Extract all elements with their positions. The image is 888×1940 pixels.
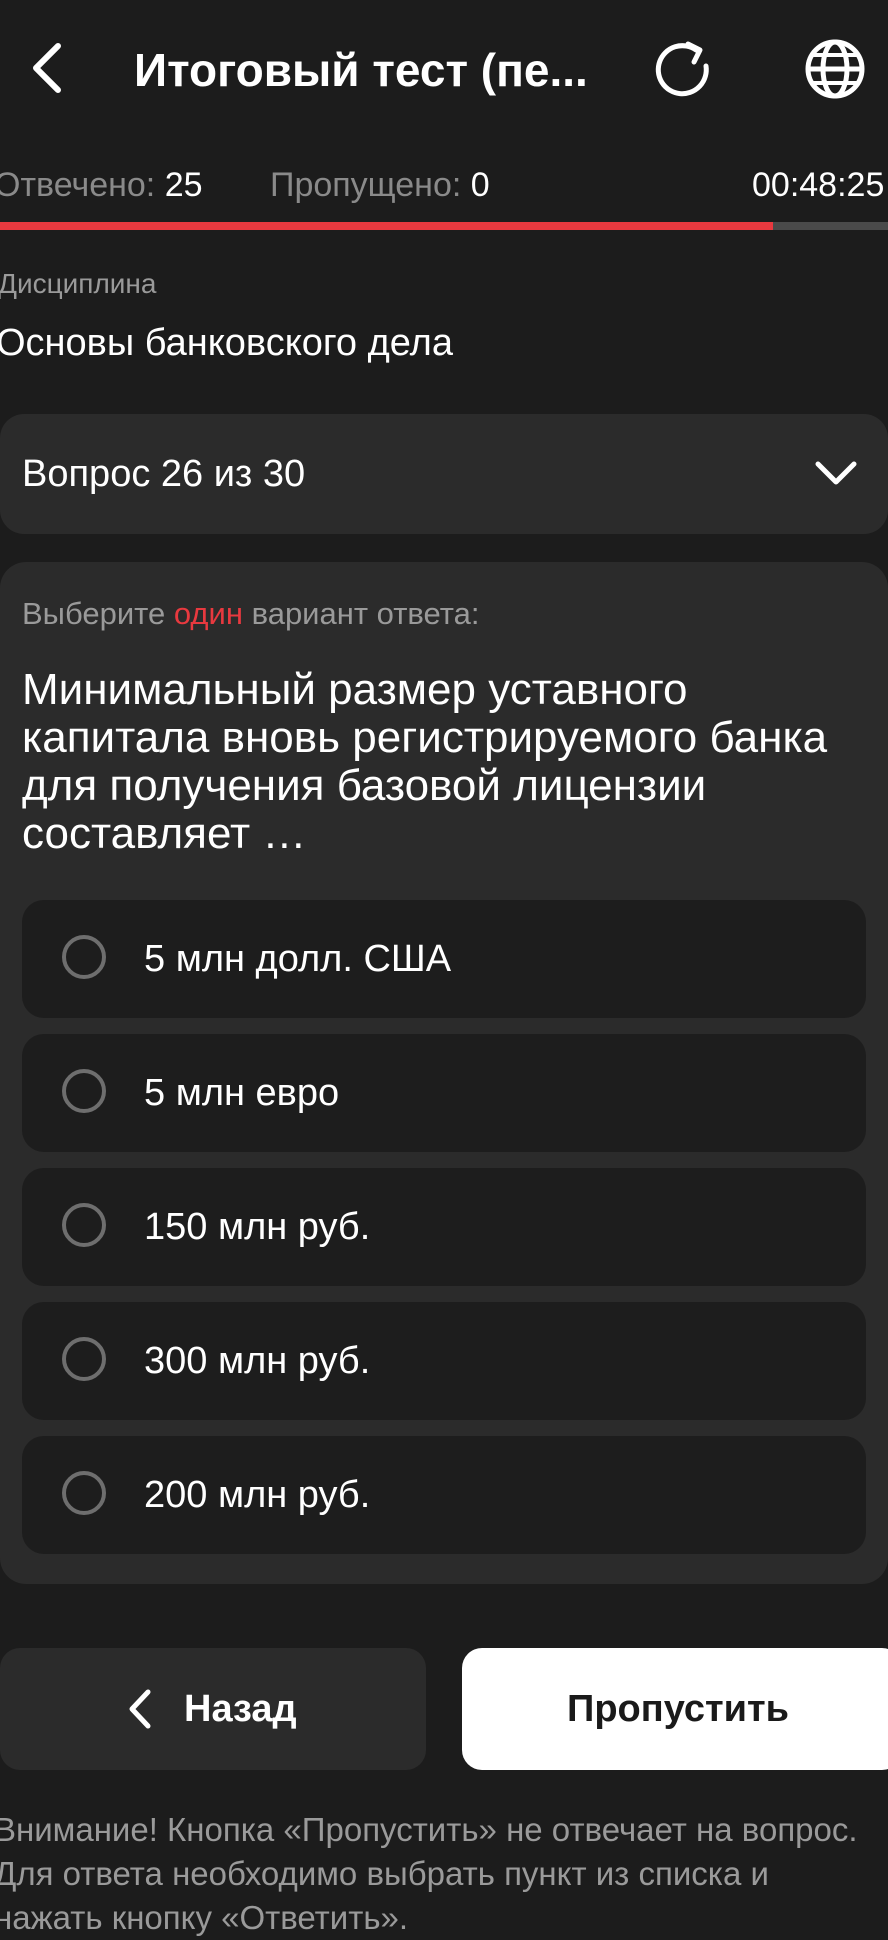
option-label: 300 млн руб.	[144, 1340, 371, 1382]
answered-value: 25	[164, 166, 203, 204]
progress-bar	[0, 222, 888, 230]
hint-accent: один	[173, 596, 243, 631]
answered-counter: Отвечено: 25	[0, 160, 203, 210]
top-bar: Итоговый тест (пе...	[0, 0, 888, 140]
question-selector[interactable]: Вопрос 26 из 30	[0, 414, 888, 534]
hint-prefix: Выберите	[22, 596, 174, 631]
globe-icon[interactable]	[800, 34, 870, 104]
radio-button[interactable]	[62, 1471, 106, 1515]
skipped-label: Пропущено:	[270, 166, 462, 204]
chevron-down-icon	[812, 454, 860, 494]
radio-button[interactable]	[62, 935, 106, 979]
answer-option[interactable]: 5 млн евро	[22, 1034, 866, 1152]
option-label: 5 млн долл. США	[144, 938, 452, 980]
back-button[interactable]: Назад	[0, 1648, 426, 1770]
option-label: 5 млн евро	[144, 1072, 340, 1114]
skip-button-label: Пропустить	[567, 1688, 789, 1730]
question-text: Минимальный размер уставного капитала вн…	[22, 665, 828, 858]
radio-button[interactable]	[62, 1337, 106, 1381]
back-arrow-icon[interactable]	[22, 36, 82, 100]
option-label: 150 млн руб.	[144, 1206, 371, 1248]
answer-option[interactable]: 300 млн руб.	[22, 1302, 866, 1420]
radio-button[interactable]	[62, 1069, 106, 1113]
test-stats: Отвечено: 25 Пропущено: 0 00:48:25	[0, 160, 888, 210]
page-title: Итоговый тест (пе...	[134, 44, 588, 96]
option-label: 200 млн руб.	[144, 1474, 371, 1516]
question-card: Выберите один вариант ответа: Минимальны…	[0, 562, 888, 1584]
skipped-value: 0	[470, 166, 490, 204]
back-button-label: Назад	[184, 1688, 297, 1730]
skip-button[interactable]: Пропустить	[462, 1648, 888, 1770]
question-selector-label: Вопрос 26 из 30	[22, 453, 306, 495]
notice-text: Внимание! Кнопка «Пропустить» не отвечае…	[0, 1811, 858, 1936]
timer: 00:48:25	[752, 166, 885, 204]
refresh-icon[interactable]	[650, 36, 720, 106]
hint-suffix: вариант ответа:	[242, 596, 480, 631]
answered-label: Отвечено:	[0, 166, 156, 204]
skipped-counter: Пропущено: 0	[270, 160, 490, 210]
radio-button[interactable]	[62, 1203, 106, 1247]
discipline-label: Дисциплина	[0, 268, 157, 299]
answer-option[interactable]: 5 млн долл. США	[22, 900, 866, 1018]
answer-option[interactable]: 200 млн руб.	[22, 1436, 866, 1554]
answer-option[interactable]: 150 млн руб.	[22, 1168, 866, 1286]
chevron-left-icon	[124, 1688, 154, 1730]
progress-fill	[0, 222, 773, 230]
answer-hint: Выберите один вариант ответа:	[22, 592, 479, 636]
discipline-value: Основы банковского дела	[0, 322, 453, 364]
